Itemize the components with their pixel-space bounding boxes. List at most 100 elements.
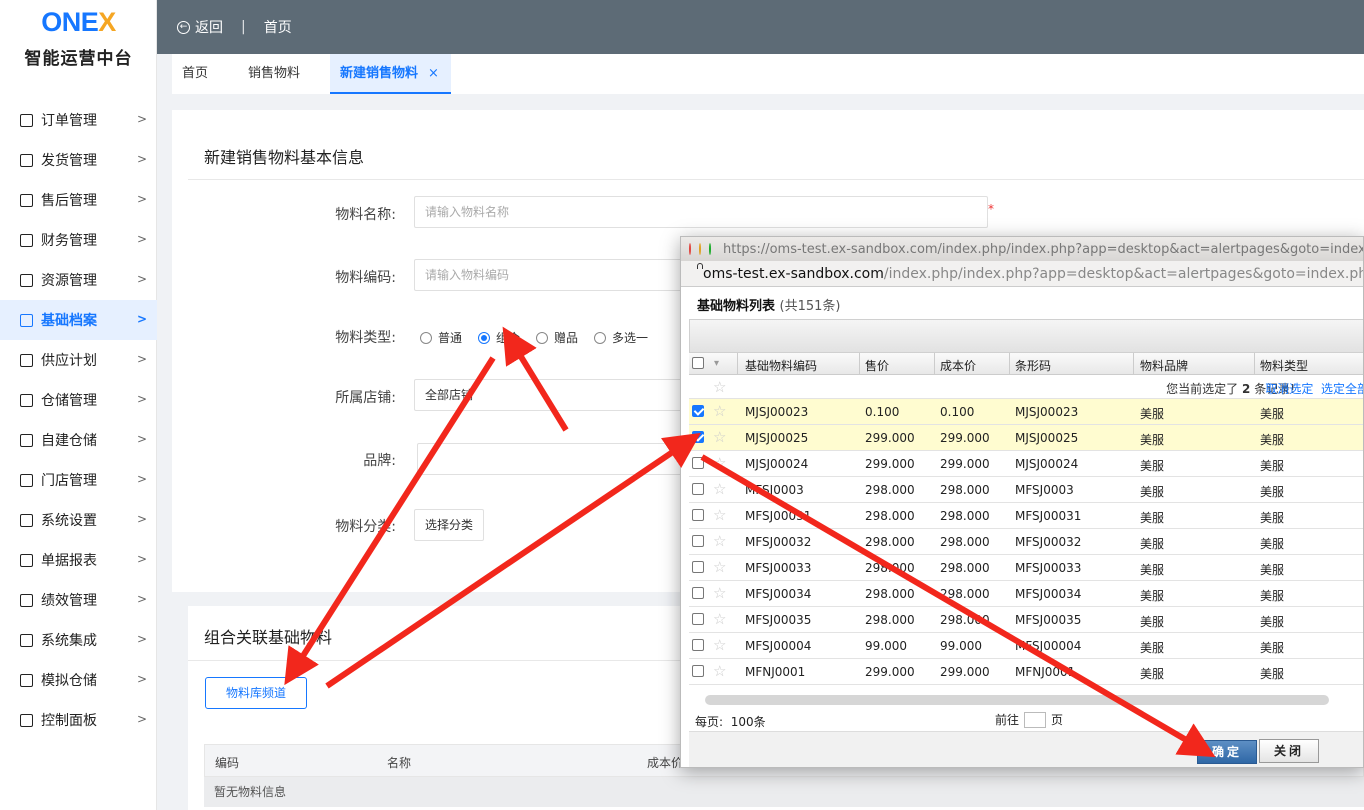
row-checkbox[interactable] — [692, 457, 704, 469]
cancel-selection-link[interactable]: 取消选定 — [1265, 382, 1313, 396]
category-select[interactable]: 选择分类 — [414, 509, 484, 541]
star-icon[interactable]: ☆ — [713, 610, 726, 628]
horizontal-scrollbar[interactable] — [705, 695, 1329, 705]
select-all-checkbox[interactable] — [692, 357, 704, 369]
table-row[interactable]: ☆ MFSJ00033 298.000 298.000 MFSJ00033 美服 美服 — [689, 555, 1363, 581]
chevron-right-icon: > — [136, 512, 147, 526]
sidebar-item-3[interactable]: 财务管理 > — [0, 220, 157, 260]
page-number-input[interactable] — [1024, 711, 1047, 728]
sidebar-item-label: 自建仓储 — [41, 433, 97, 449]
column-material-code[interactable]: 基础物料编码 — [745, 357, 817, 374]
sidebar-item-4[interactable]: 资源管理 > — [0, 260, 157, 300]
star-icon[interactable]: ☆ — [713, 454, 726, 472]
table-row[interactable]: ☆ MFSJ00004 99.000 99.000 MFSJ00004 美服 美服 — [689, 633, 1363, 659]
performance-icon — [20, 593, 33, 607]
sidebar-item-8[interactable]: 自建仓储 > — [0, 420, 157, 460]
row-checkbox[interactable] — [692, 587, 704, 599]
sidebar-item-15[interactable]: 控制面板 > — [0, 700, 157, 740]
close-icon[interactable]: × — [428, 66, 439, 81]
row-checkbox[interactable] — [692, 509, 704, 521]
row-checkbox[interactable] — [692, 639, 704, 651]
table-row[interactable]: ☆ MJSJ00024 299.000 299.000 MJSJ00024 美服 美服 — [689, 451, 1363, 477]
column-cost[interactable]: 成本价 — [940, 357, 976, 374]
cell-barcode: MFSJ00033 — [1015, 561, 1082, 575]
row-checkbox[interactable] — [692, 535, 704, 547]
sidebar-item-6[interactable]: 供应计划 > — [0, 340, 157, 380]
topbar-breadcrumb-home[interactable]: 首页 — [264, 17, 292, 37]
table-row[interactable]: ☆ MFSJ00031 298.000 298.000 MFSJ00031 美服 美服 — [689, 503, 1363, 529]
report-icon — [20, 553, 33, 567]
page-size-value[interactable]: 100条 — [731, 715, 766, 729]
star-icon[interactable]: ☆ — [713, 662, 726, 680]
column-brand[interactable]: 物料品牌 — [1140, 357, 1188, 374]
tab-sales-material[interactable]: 销售物料 — [238, 54, 330, 94]
star-icon[interactable]: ☆ — [713, 480, 726, 498]
table-row[interactable]: ☆ MFSJ0003 298.000 298.000 MFSJ0003 美服 美服 — [689, 477, 1363, 503]
window-minimize-button[interactable] — [699, 243, 701, 255]
sidebar-item-13[interactable]: 系统集成 > — [0, 620, 157, 660]
window-maximize-button[interactable] — [709, 243, 711, 255]
cell-brand: 美服 — [1140, 433, 1165, 447]
column-type[interactable]: 物料类型 — [1260, 357, 1308, 374]
row-checkbox[interactable] — [692, 665, 704, 677]
sidebar-item-14[interactable]: 模拟仓储 > — [0, 660, 157, 700]
star-icon[interactable]: ☆ — [713, 636, 726, 654]
column-price[interactable]: 售价 — [865, 357, 889, 374]
sidebar-item-label: 控制面板 — [41, 713, 97, 729]
row-checkbox[interactable] — [692, 561, 704, 573]
star-icon[interactable]: ☆ — [713, 506, 726, 524]
sidebar-item-0[interactable]: 订单管理 > — [0, 100, 157, 140]
shop-select[interactable]: 全部店铺 — [414, 379, 714, 411]
sidebar-item-12[interactable]: 绩效管理 > — [0, 580, 157, 620]
sidebar-item-11[interactable]: 单据报表 > — [0, 540, 157, 580]
material-name-input[interactable]: 请输入物料名称 — [414, 196, 988, 228]
table-row[interactable]: ☆ MFSJ00034 298.000 298.000 MFSJ00034 美服 美服 — [689, 581, 1363, 607]
material-library-button[interactable]: 物料库频道 — [205, 677, 307, 709]
star-icon[interactable]: ☆ — [713, 558, 726, 576]
radio-gift[interactable]: 赠品 — [536, 329, 578, 346]
back-button[interactable]: ← 返回 — [177, 17, 223, 37]
row-checkbox[interactable] — [692, 613, 704, 625]
radio-combo[interactable]: 组合 — [478, 329, 520, 346]
material-code-input[interactable]: 请输入物料编码 — [414, 259, 714, 291]
sort-dropdown-icon[interactable]: ▾ — [714, 358, 719, 369]
chevron-right-icon: > — [136, 112, 147, 126]
window-close-button[interactable] — [689, 243, 691, 255]
star-icon[interactable]: ☆ — [713, 532, 726, 550]
cell-code: MFSJ00034 — [745, 587, 812, 601]
brand-select[interactable] — [417, 443, 717, 475]
table-row[interactable]: ☆ MFSJ00032 298.000 298.000 MFSJ00032 美服 美服 — [689, 529, 1363, 555]
resource-icon — [20, 273, 33, 287]
star-icon[interactable]: ☆ — [713, 584, 726, 602]
popup-heading: 基础物料列表 (共151条) — [697, 295, 841, 314]
star-icon[interactable]: ☆ — [713, 402, 726, 420]
table-row[interactable]: ☆ MJSJ00023 0.100 0.100 MJSJ00023 美服 美服 — [689, 399, 1363, 425]
sidebar-item-1[interactable]: 发货管理 > — [0, 140, 157, 180]
selection-info-row: ☆ 您当前选定了 2 条记录! 取消选定 选定全部 — [689, 375, 1363, 399]
radio-normal[interactable]: 普通 — [420, 329, 462, 346]
table-row[interactable]: ☆ MFNJ0001 299.000 299.000 MFNJ0001 美服 美服 — [689, 659, 1363, 685]
tab-home[interactable]: 首页 — [172, 54, 238, 94]
table-row[interactable]: ☆ MJSJ00025 299.000 299.000 MJSJ00025 美服 美服 — [689, 425, 1363, 451]
sidebar-item-5[interactable]: 基础档案 > — [0, 300, 157, 340]
column-barcode[interactable]: 条形码 — [1015, 357, 1051, 374]
sidebar-item-10[interactable]: 系统设置 > — [0, 500, 157, 540]
row-checkbox[interactable] — [692, 483, 704, 495]
star-icon[interactable]: ☆ — [713, 428, 726, 446]
tab-new-sales-material[interactable]: 新建销售物料 × — [330, 54, 451, 94]
table-row[interactable]: ☆ MFSJ00035 298.000 298.000 MFSJ00035 美服 美服 — [689, 607, 1363, 633]
close-button[interactable]: 关闭 — [1259, 739, 1319, 763]
cell-price: 298.000 — [865, 613, 915, 627]
sidebar-item-7[interactable]: 仓储管理 > — [0, 380, 157, 420]
select-all-link[interactable]: 选定全部 — [1321, 382, 1363, 396]
confirm-button[interactable]: 确定 — [1197, 740, 1257, 764]
row-checkbox[interactable] — [692, 405, 704, 417]
popup-titlebar: https://oms-test.ex-sandbox.com/index.ph… — [681, 237, 1363, 261]
cell-price: 298.000 — [865, 509, 915, 523]
row-checkbox[interactable] — [692, 431, 704, 443]
radio-choose-one[interactable]: 多选一 — [594, 329, 648, 346]
sidebar-item-9[interactable]: 门店管理 > — [0, 460, 157, 500]
chevron-right-icon: > — [136, 432, 147, 446]
sidebar-item-2[interactable]: 售后管理 > — [0, 180, 157, 220]
star-icon[interactable]: ☆ — [713, 378, 726, 396]
